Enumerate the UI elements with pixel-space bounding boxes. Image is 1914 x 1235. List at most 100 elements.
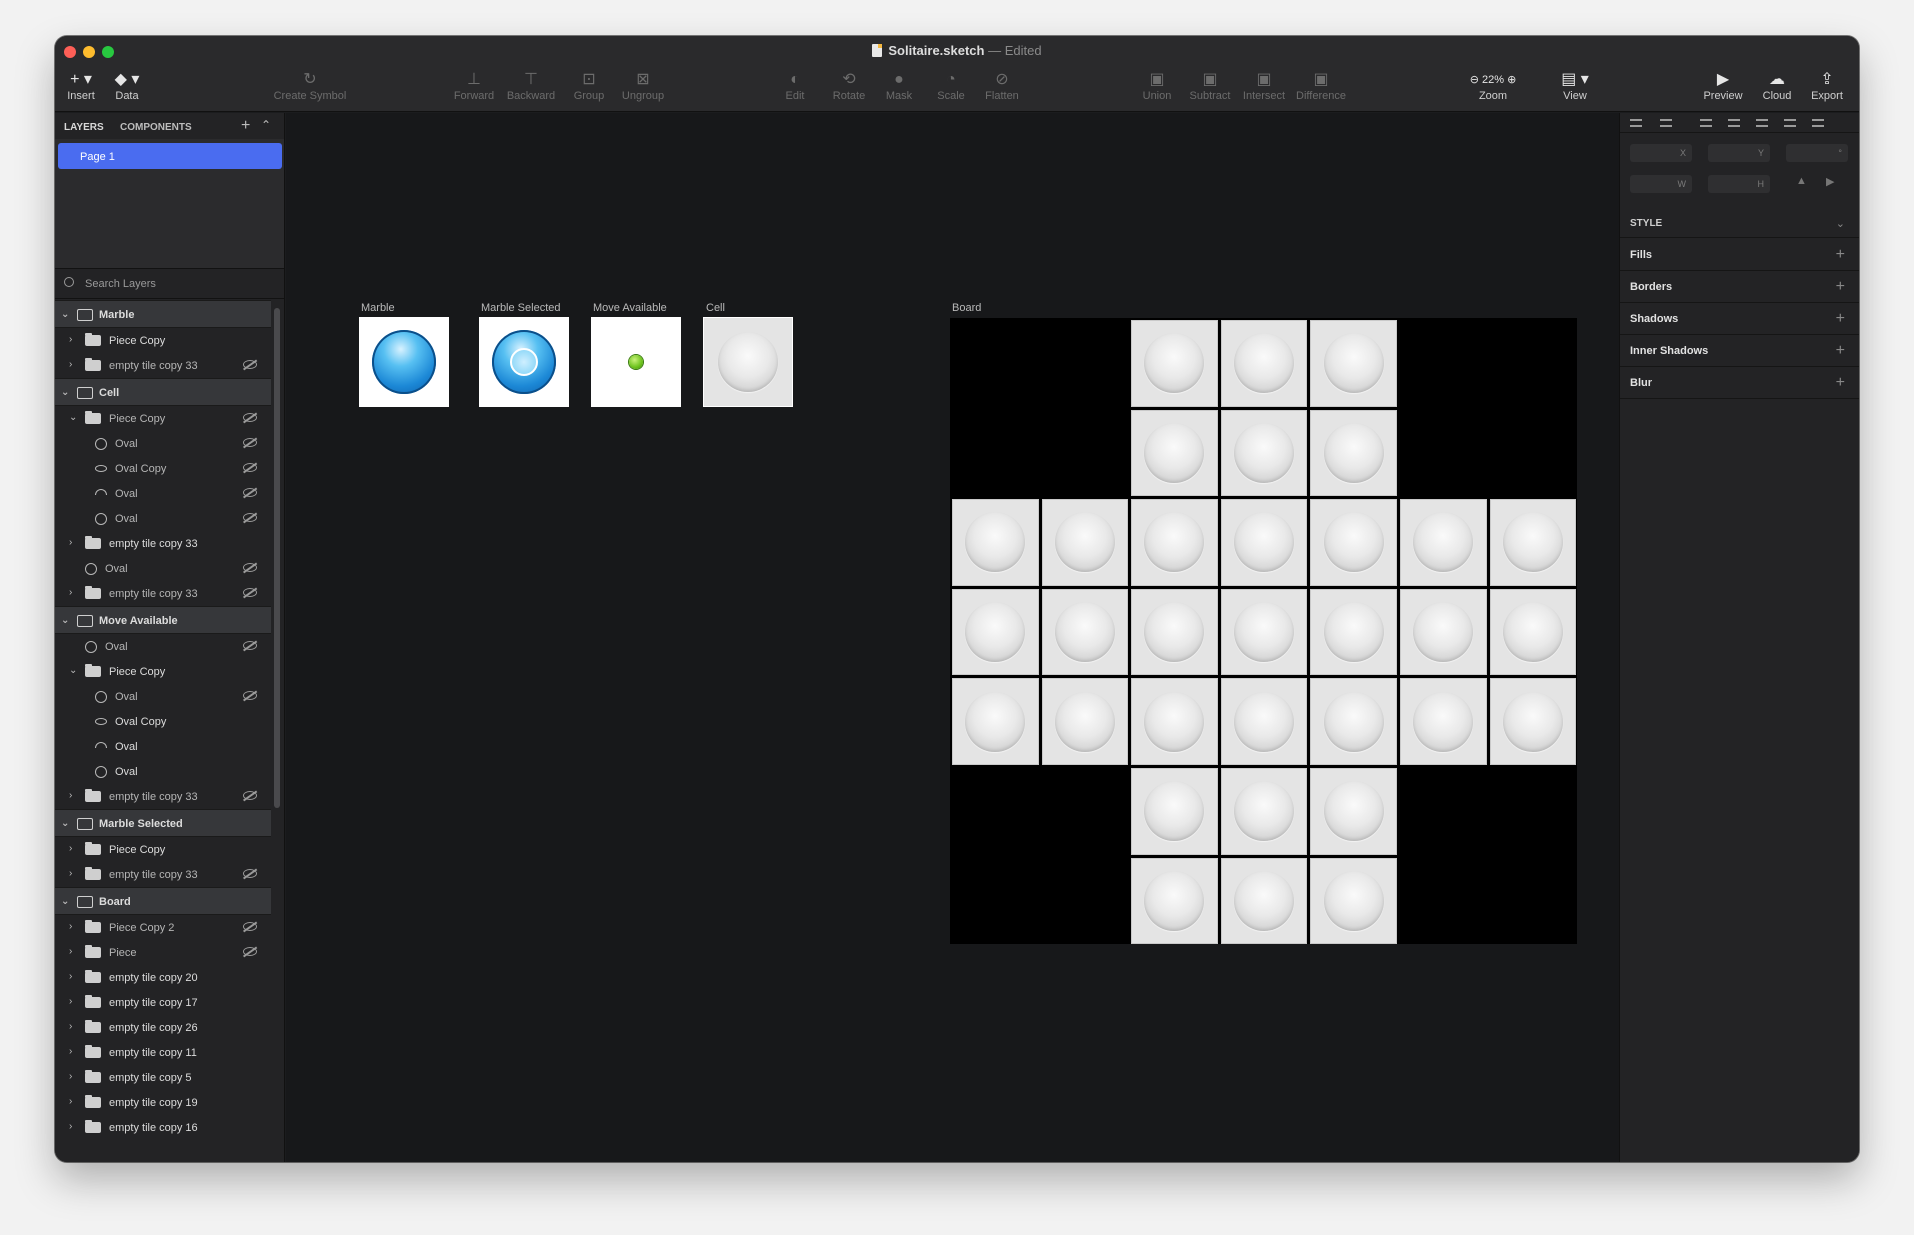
artboard-title-marble[interactable]: Marble [361, 302, 395, 314]
add-icon[interactable]: + [1836, 246, 1845, 264]
chevron-down-icon[interactable]: ⌄ [69, 665, 77, 676]
board-cell[interactable] [1131, 409, 1218, 497]
board-cell[interactable] [1220, 320, 1308, 407]
flip-horizontal-icon[interactable]: ▲ [1796, 175, 1807, 187]
layer-artboard-move-available[interactable]: ⌄ Move Available [55, 606, 271, 634]
chevron-right-icon[interactable]: › [69, 537, 72, 548]
flip-vertical-icon[interactable]: ▶ [1826, 175, 1834, 188]
section-inner-shadows[interactable]: Inner Shadows + [1620, 335, 1859, 367]
chevron-down-icon[interactable]: ⌄ [61, 387, 69, 398]
board-cell[interactable] [1131, 588, 1218, 676]
board-cell[interactable] [952, 499, 1039, 586]
add-icon[interactable]: + [1836, 342, 1845, 360]
layer-row[interactable]: ⌄ Piece Copy [55, 659, 271, 684]
board-cell[interactable] [1400, 678, 1487, 765]
chevron-down-icon[interactable]: ⌄ [69, 412, 77, 423]
hidden-eye-icon[interactable] [243, 947, 257, 956]
collapse-pages-icon[interactable]: ⌃ [261, 118, 271, 132]
board-cell[interactable] [1131, 857, 1218, 945]
layer-row[interactable]: Oval [55, 556, 271, 581]
view-button[interactable]: ▤ ▾ View [1555, 70, 1595, 108]
layer-row[interactable]: Oval [55, 759, 271, 784]
forward-button[interactable]: ⊥ Forward [451, 70, 497, 108]
add-icon[interactable]: + [1836, 310, 1845, 328]
layer-row[interactable]: ⌄ Piece Copy [55, 406, 271, 431]
hidden-eye-icon[interactable] [243, 488, 257, 497]
layer-row[interactable]: › empty tile copy 33 [55, 353, 271, 378]
align-top-icon[interactable] [1756, 119, 1768, 127]
preview-button[interactable]: ▶ Preview [1701, 70, 1745, 108]
artboard-marble[interactable] [359, 317, 449, 407]
section-fills[interactable]: Fills + [1620, 239, 1859, 271]
rotation-field[interactable]: ° [1786, 144, 1848, 162]
layer-row[interactable]: › Piece Copy 2 [55, 915, 271, 940]
chevron-right-icon[interactable]: › [69, 587, 72, 598]
union-button[interactable]: ▣ Union [1139, 70, 1175, 108]
mask-button[interactable]: ● Mask [881, 70, 917, 108]
ungroup-button[interactable]: ⊠ Ungroup [617, 70, 669, 108]
layers-scrollbar[interactable] [274, 308, 280, 808]
board-cell[interactable] [1131, 678, 1218, 765]
chevron-down-icon[interactable]: ⌄ [61, 896, 69, 907]
align-middle-icon[interactable] [1784, 119, 1796, 127]
layer-row[interactable]: › Piece [55, 940, 271, 965]
board-cell[interactable] [1489, 588, 1577, 676]
hidden-eye-icon[interactable] [243, 641, 257, 650]
add-icon[interactable]: + [1836, 278, 1845, 296]
board-cell[interactable] [1220, 857, 1308, 945]
scale-button[interactable]: ◔ Scale [933, 70, 969, 108]
zoom-in-icon[interactable]: ⊕ [1507, 74, 1516, 86]
layer-row[interactable]: Oval [55, 431, 271, 456]
board-cell[interactable] [1220, 768, 1308, 855]
align-left-icon[interactable] [1630, 119, 1642, 127]
chevron-right-icon[interactable]: › [69, 1121, 72, 1132]
x-field[interactable]: X [1630, 144, 1692, 162]
chevron-right-icon[interactable]: › [69, 1096, 72, 1107]
layer-row[interactable]: › empty tile copy 5 [55, 1065, 271, 1090]
board-cell[interactable] [952, 678, 1039, 765]
layer-row[interactable]: › Piece Copy [55, 328, 271, 353]
align-right-icon[interactable] [1700, 119, 1712, 127]
height-field[interactable]: H [1708, 175, 1770, 193]
tab-layers[interactable]: LAYERS [64, 122, 104, 133]
hidden-eye-icon[interactable] [243, 438, 257, 447]
section-blur[interactable]: Blur + [1620, 367, 1859, 399]
board-cell[interactable] [1220, 678, 1308, 765]
chevron-right-icon[interactable]: › [69, 1021, 72, 1032]
backward-button[interactable]: ⊤ Backward [503, 70, 559, 108]
artboard-board[interactable] [950, 318, 1577, 945]
board-cell[interactable] [1400, 499, 1487, 586]
rotate-button[interactable]: ⟲ Rotate [827, 70, 871, 108]
layer-row[interactable]: Oval [55, 481, 271, 506]
canvas[interactable]: Marble Marble Selected Move Available Ce… [286, 113, 1619, 1162]
hidden-eye-icon[interactable] [243, 463, 257, 472]
layer-row[interactable]: › Piece Copy [55, 837, 271, 862]
intersect-button[interactable]: ▣ Intersect [1239, 70, 1289, 108]
tab-components[interactable]: COMPONENTS [120, 122, 192, 133]
hidden-eye-icon[interactable] [243, 360, 257, 369]
layer-row[interactable]: › empty tile copy 33 [55, 862, 271, 887]
hidden-eye-icon[interactable] [243, 513, 257, 522]
layer-row[interactable]: Oval Copy [55, 456, 271, 481]
board-cell[interactable] [1131, 320, 1218, 407]
board-cell[interactable] [1041, 588, 1129, 676]
layer-row[interactable]: Oval Copy [55, 709, 271, 734]
board-cell[interactable] [1220, 409, 1308, 497]
artboard-title-marble-selected[interactable]: Marble Selected [481, 302, 561, 314]
board-cell[interactable] [1489, 499, 1577, 586]
board-cell[interactable] [1310, 320, 1397, 407]
hidden-eye-icon[interactable] [243, 691, 257, 700]
layer-artboard-marble-selected[interactable]: ⌄ Marble Selected [55, 809, 271, 837]
artboard-marble-selected[interactable] [479, 317, 569, 407]
board-cell[interactable] [1041, 499, 1129, 586]
layer-row[interactable]: Oval [55, 684, 271, 709]
board-cell[interactable] [1220, 588, 1308, 676]
edit-button[interactable]: ◐ Edit [777, 70, 813, 108]
board-cell[interactable] [1400, 588, 1487, 676]
chevron-right-icon[interactable]: › [69, 334, 72, 345]
chevron-down-icon[interactable]: ⌄ [61, 818, 69, 829]
artboard-move-available[interactable] [591, 317, 681, 407]
chevron-right-icon[interactable]: › [69, 1046, 72, 1057]
chevron-right-icon[interactable]: › [69, 359, 72, 370]
artboard-title-board[interactable]: Board [952, 302, 981, 314]
